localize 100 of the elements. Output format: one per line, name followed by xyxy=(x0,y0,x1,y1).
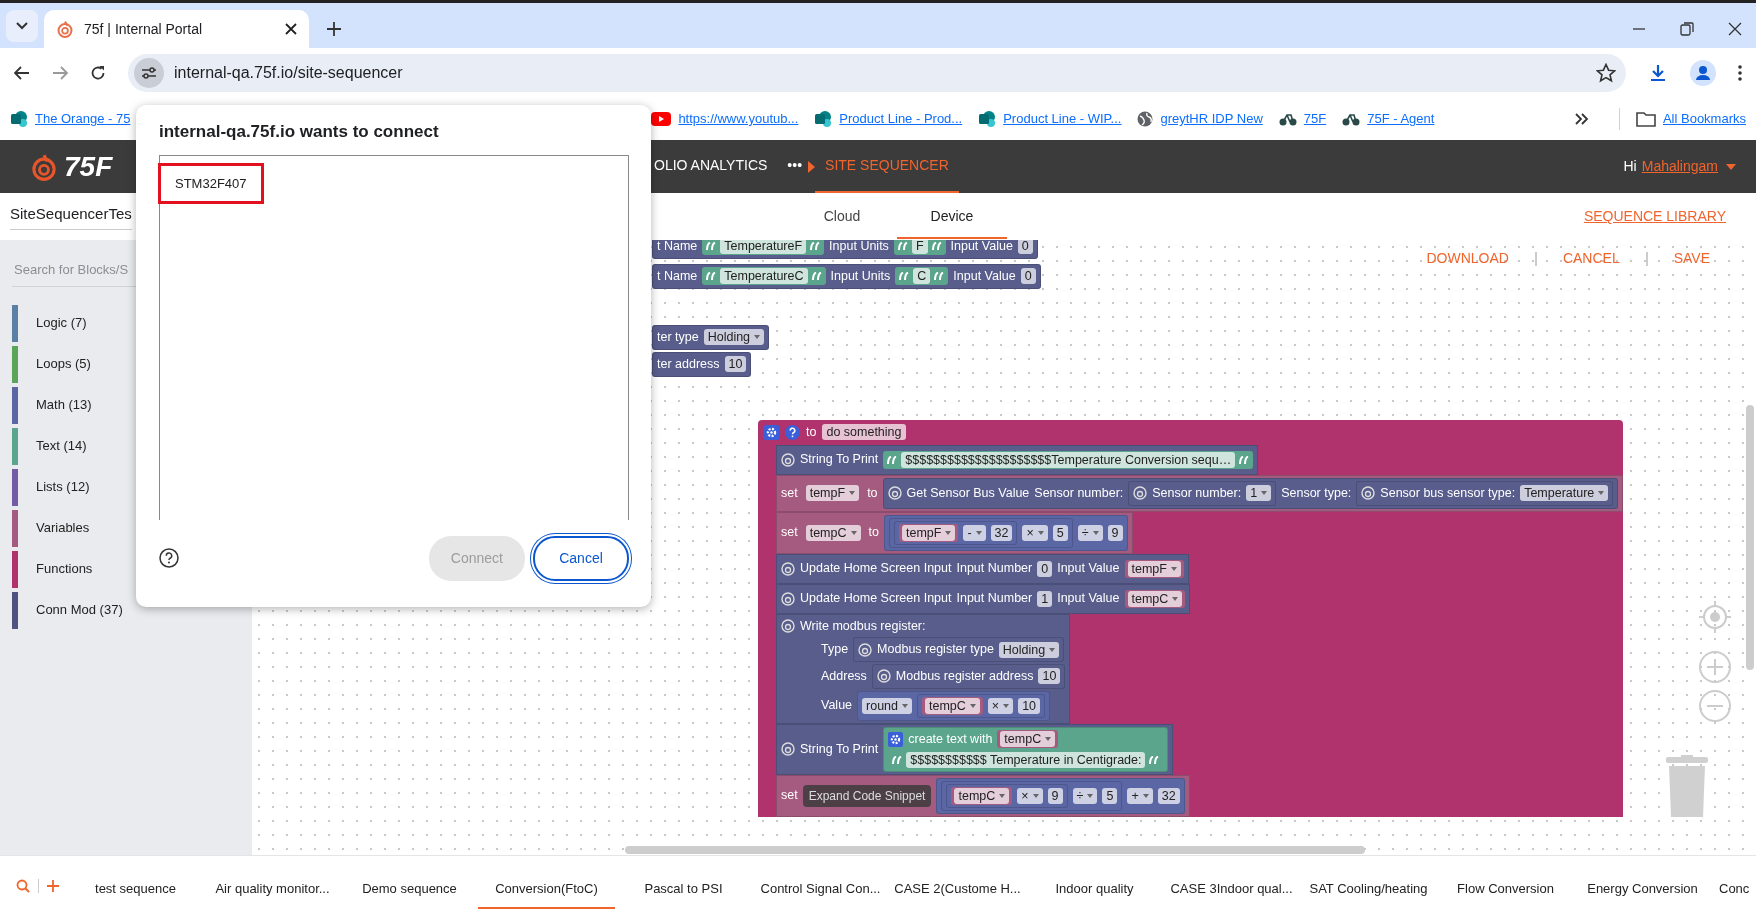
code-block[interactable]: tempF - 32 xyxy=(893,520,1018,545)
bookmark[interactable]: greytHR IDP New xyxy=(1137,109,1263,129)
statement-block[interactable]: String To Print $$$$$$$$$$$$$$$$$$$$$Temperature Conversion sequ… xyxy=(776,444,1259,475)
number-field[interactable]: 0 xyxy=(1020,268,1036,285)
bookmark[interactable]: Product Line - WIP... xyxy=(978,109,1122,129)
category-item[interactable]: Loops (5) xyxy=(36,354,91,374)
code-block[interactable]: tempC × 10 xyxy=(917,693,1046,718)
dropdown-field[interactable]: round xyxy=(862,697,913,714)
site-info-button[interactable] xyxy=(134,58,164,88)
bookmark[interactable]: 75F xyxy=(1278,109,1327,129)
gear-icon[interactable] xyxy=(888,731,904,747)
text-field[interactable]: $$$$$$$$$$$ Temperature in Centigrade: xyxy=(906,751,1146,768)
dropdown-field[interactable]: ÷ xyxy=(1077,524,1103,541)
download-icon[interactable] xyxy=(1648,63,1668,83)
close-icon[interactable] xyxy=(1728,22,1742,36)
dropdown-field[interactable]: 1 xyxy=(1246,485,1272,502)
dialog-button[interactable]: Cancel xyxy=(533,535,629,581)
help-icon[interactable] xyxy=(159,548,179,568)
code-block[interactable]: Modbus register type Holding xyxy=(853,637,1065,662)
bookmark[interactable]: https://www.youtub... xyxy=(651,109,799,129)
category-item[interactable]: Variables xyxy=(36,518,90,538)
mode-tab[interactable]: Cloud xyxy=(787,194,897,239)
code-block[interactable]: create text with tempC $$$$$$$$$$$ Temperature in Centigrade: xyxy=(883,726,1169,772)
sequence-tab[interactable]: Conc xyxy=(1711,869,1753,909)
text-block[interactable]: TemperatureF xyxy=(702,240,825,256)
sequence-tab[interactable]: Air quality monitor... xyxy=(204,869,341,909)
category-item[interactable]: Lists (12) xyxy=(36,477,90,497)
text-field[interactable]: F xyxy=(911,240,928,255)
sequence-tab[interactable]: Demo sequence xyxy=(341,869,478,909)
code-block[interactable]: tempF - 32 × 5 xyxy=(888,517,1073,548)
star-icon[interactable] xyxy=(1596,63,1616,83)
bookmark[interactable]: 75F - Agent xyxy=(1342,109,1435,129)
code-block[interactable]: t Name TemperatureC Input Units C Input Value 0 xyxy=(652,264,1041,289)
number-field[interactable]: 5 xyxy=(1102,787,1118,804)
dropdown-field[interactable]: ÷ xyxy=(1072,787,1098,804)
code-block[interactable]: Sensor number: 1 xyxy=(1128,480,1277,506)
number-field[interactable]: 9 xyxy=(1107,524,1123,541)
statement-block[interactable]: String To Print create text with tempC $$$$$$$$$$$ Temperature in Centigrade: xyxy=(776,723,1174,775)
statement-block[interactable]: set tempF to Get Sensor Bus Value Sensor number: Sensor number: 1 Sensor type: Sensor bus sensor type: Temperature xyxy=(776,474,1624,512)
number-field[interactable]: 0 xyxy=(1037,560,1053,577)
code-block[interactable]: tempC × 9 ÷ 5 + 32 xyxy=(936,777,1185,814)
nav-link[interactable]: SITE SEQUENCER xyxy=(815,140,959,193)
scrollbar[interactable] xyxy=(625,846,1365,854)
sequence-tab[interactable]: CASE 2(Custome H... xyxy=(889,869,1026,909)
text-field[interactable]: C xyxy=(913,268,931,285)
restore-icon[interactable] xyxy=(1680,22,1694,36)
sequence-tab[interactable]: SAT Cooling/heating xyxy=(1300,869,1437,909)
category-item[interactable]: Functions xyxy=(36,559,93,579)
code-block[interactable]: Modbus register address 10 xyxy=(871,664,1066,689)
number-field[interactable]: 9 xyxy=(1047,787,1063,804)
tab-menu-button[interactable] xyxy=(6,10,38,42)
dropdown-field[interactable]: Holding xyxy=(998,641,1060,658)
profile-icon[interactable] xyxy=(1690,60,1716,86)
gear-icon[interactable] xyxy=(764,424,779,440)
text-block[interactable]: F xyxy=(893,240,946,256)
device-item[interactable]: STM32F407 xyxy=(158,162,264,204)
category-item[interactable]: Logic (7) xyxy=(36,313,87,333)
add-icon[interactable] xyxy=(47,880,59,892)
category-item[interactable]: Conn Mod (37) xyxy=(36,600,123,620)
bookmark[interactable]: The Orange - 75 xyxy=(10,109,131,129)
category-item[interactable]: Math (13) xyxy=(36,395,92,415)
number-field[interactable]: 10 xyxy=(1038,668,1061,685)
number-field[interactable]: 32 xyxy=(990,524,1013,541)
search-icon[interactable] xyxy=(16,879,30,893)
statement-block[interactable]: Update Home Screen Input Input Number 0 Input Value tempF xyxy=(776,553,1189,584)
sequence-tab[interactable]: Conversion(FtoC) xyxy=(478,869,615,909)
code-block[interactable]: tempC × 9 ÷ 5 xyxy=(941,780,1123,811)
number-field[interactable]: 1 xyxy=(1037,590,1053,607)
sequence-tab[interactable]: Energy Conversion xyxy=(1574,869,1711,909)
code-block[interactable]: t Name TemperatureF Input Units F Input Value 0 xyxy=(652,240,1038,259)
code-block[interactable]: ter type Holding xyxy=(652,325,770,350)
code-block[interactable]: tempF - 32 × 5 ÷ 9 xyxy=(883,514,1128,551)
code-block[interactable]: ter address 10 xyxy=(652,352,752,377)
dropdown-field[interactable]: Holding xyxy=(703,329,765,346)
number-field[interactable]: 32 xyxy=(1157,787,1180,804)
text-field[interactable]: TemperatureC xyxy=(720,268,808,285)
chevron-right-icon[interactable] xyxy=(1574,113,1589,125)
help-icon[interactable] xyxy=(785,424,800,440)
number-field[interactable]: 0 xyxy=(1017,240,1033,255)
code-block[interactable]: Sensor bus sensor type: Temperature xyxy=(1356,480,1614,506)
sequence-tab[interactable]: Flow Conversion xyxy=(1437,869,1574,909)
number-field[interactable]: do something xyxy=(822,424,906,441)
nav-link[interactable]: ••• xyxy=(777,140,813,193)
code-block[interactable]: round tempC × 10 xyxy=(857,690,1051,721)
back-icon[interactable] xyxy=(14,66,30,80)
scrollbar[interactable] xyxy=(1746,405,1754,670)
sequence-tab[interactable]: Pascal to PSI xyxy=(615,869,752,909)
dropdown-field[interactable]: Temperature xyxy=(1520,485,1609,502)
text-block[interactable]: C xyxy=(895,267,949,286)
statement-block[interactable]: set Expand Code Snippet tempC × 9 ÷ 5 + 32 xyxy=(776,774,1190,817)
browser-tab[interactable]: 75f | Internal Portal xyxy=(44,10,309,48)
user-menu[interactable]: Mahalingam xyxy=(1641,156,1736,177)
statement-block[interactable]: Update Home Screen Input Input Number 1 Input Value tempC xyxy=(776,583,1191,614)
sequence-tab[interactable]: Indoor quality xyxy=(1026,869,1163,909)
dropdown-field[interactable]: × xyxy=(1022,524,1048,541)
dropdown-field[interactable]: - xyxy=(963,524,986,541)
text-block[interactable]: $$$$$$$$$$$$$$$$$$$$$Temperature Conversion sequ… xyxy=(883,450,1254,469)
dropdown-field[interactable]: × xyxy=(987,697,1014,714)
function-block[interactable] xyxy=(758,420,1624,817)
text-field[interactable]: TemperatureF xyxy=(720,240,807,255)
